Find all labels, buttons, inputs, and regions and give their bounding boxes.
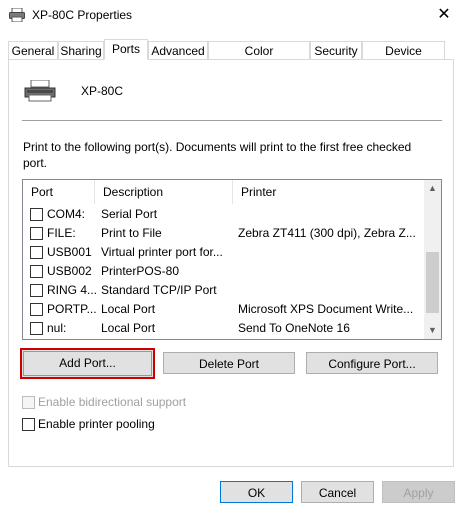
- tab-sharing[interactable]: Sharing: [58, 41, 104, 59]
- printer-name: XP-80C: [81, 84, 124, 98]
- port-checkbox[interactable]: [30, 227, 43, 240]
- scroll-down-arrow-icon[interactable]: ▼: [424, 322, 441, 339]
- port-description: Local Port: [101, 302, 156, 316]
- port-checkbox[interactable]: [30, 265, 43, 278]
- printer-small-icon: [9, 8, 25, 22]
- port-name: RING 4...: [47, 283, 98, 297]
- divider: [22, 120, 442, 121]
- port-description: PrinterPOS-80: [101, 264, 180, 278]
- configure-port-button[interactable]: Configure Port...: [306, 352, 438, 374]
- delete-port-button[interactable]: Delete Port: [163, 352, 295, 374]
- port-checkbox[interactable]: [30, 303, 43, 316]
- port-description: Serial Port: [101, 207, 158, 221]
- tab-device-settings[interactable]: Device Settings: [362, 41, 445, 76]
- port-name: COM4:: [47, 207, 86, 221]
- port-row[interactable]: RING 4... Standard TCP/IP Port: [23, 281, 424, 300]
- port-name: FILE:: [47, 226, 76, 240]
- list-scrollbar[interactable]: ▲ ▼: [424, 180, 441, 339]
- port-checkbox[interactable]: [30, 208, 43, 221]
- column-header-printer[interactable]: Printer: [233, 180, 424, 204]
- apply-button[interactable]: Apply: [382, 481, 455, 503]
- port-row[interactable]: PORTP... Local Port Microsoft XPS Docume…: [23, 300, 424, 319]
- port-description: Print to File: [101, 226, 162, 240]
- port-printer: Microsoft XPS Document Write...: [238, 302, 414, 316]
- pooling-label[interactable]: Enable printer pooling: [38, 417, 155, 431]
- port-checkbox[interactable]: [30, 322, 43, 335]
- tab-color-management[interactable]: Color Management: [208, 41, 310, 76]
- add-port-button[interactable]: Add Port...: [20, 348, 155, 379]
- column-header-port[interactable]: Port: [23, 180, 95, 204]
- ok-button[interactable]: OK: [220, 481, 293, 503]
- port-row[interactable]: USB002 PrinterPOS-80: [23, 262, 424, 281]
- printer-icon: [24, 80, 56, 102]
- list-header: Port Description Printer: [23, 180, 424, 204]
- tab-ports[interactable]: Ports: [104, 39, 148, 60]
- port-checkbox[interactable]: [30, 246, 43, 259]
- port-name: nul:: [47, 321, 67, 335]
- port-printer: Zebra ZT411 (300 dpi), Zebra Z...: [238, 226, 416, 240]
- tab-security[interactable]: Security: [310, 41, 362, 59]
- port-description: Standard TCP/IP Port: [101, 283, 217, 297]
- port-row[interactable]: COM4: Serial Port: [23, 205, 424, 224]
- port-printer: Send To OneNote 16: [238, 321, 350, 335]
- tab-advanced[interactable]: Advanced: [148, 41, 208, 59]
- port-name: USB002: [47, 264, 92, 278]
- port-description: Virtual printer port for...: [101, 245, 223, 259]
- ports-description: Print to the following port(s). Document…: [23, 140, 412, 170]
- scroll-thumb[interactable]: [426, 252, 439, 313]
- port-row[interactable]: nul: Local Port Send To OneNote 16: [23, 319, 424, 338]
- port-checkbox[interactable]: [30, 284, 43, 297]
- add-port-label: Add Port...: [59, 356, 116, 370]
- port-name: PORTP...: [47, 302, 97, 316]
- title-bar: XP-80C Properties ✕: [0, 0, 463, 30]
- port-row[interactable]: FILE: Print to File Zebra ZT411 (300 dpi…: [23, 224, 424, 243]
- scroll-up-arrow-icon[interactable]: ▲: [424, 180, 441, 197]
- column-header-description[interactable]: Description: [95, 180, 233, 204]
- port-description: Local Port: [101, 321, 156, 335]
- tab-general[interactable]: General: [8, 41, 58, 59]
- cancel-button[interactable]: Cancel: [301, 481, 374, 503]
- port-name: USB001: [47, 245, 92, 259]
- port-row[interactable]: USB001 Virtual printer port for...: [23, 243, 424, 262]
- ports-list[interactable]: Port Description Printer COM4: Serial Po…: [22, 179, 442, 340]
- bidirectional-checkbox: [22, 396, 35, 409]
- bidirectional-label: Enable bidirectional support: [38, 395, 187, 409]
- window-title: XP-80C Properties: [32, 8, 133, 22]
- close-button[interactable]: ✕: [430, 4, 458, 26]
- pooling-checkbox[interactable]: [22, 418, 35, 431]
